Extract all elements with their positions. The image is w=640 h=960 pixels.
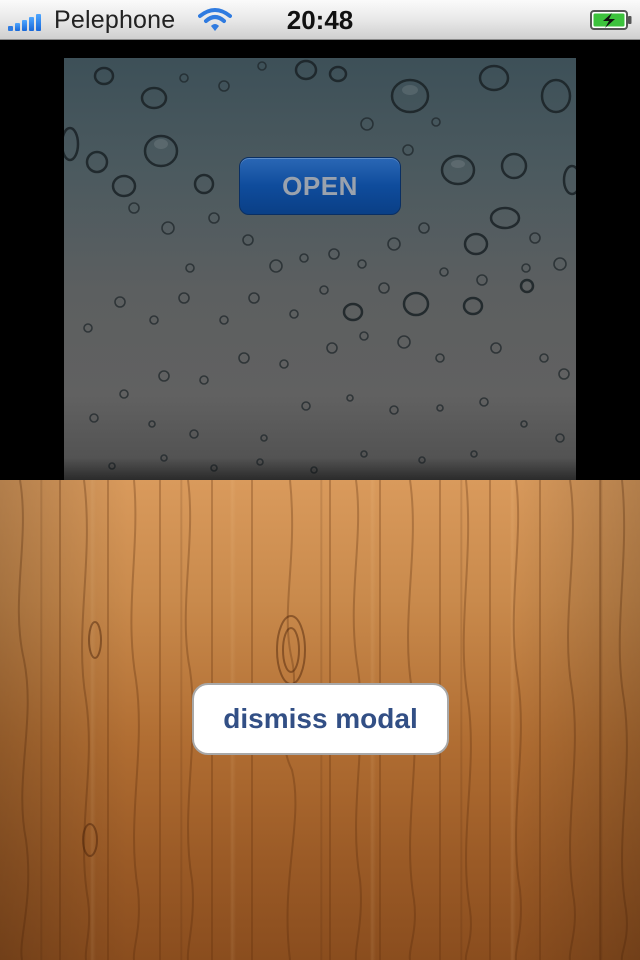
dismiss-modal-label: dismiss modal [223,703,418,734]
modal-wood-panel: dismiss modal [0,480,640,960]
rain-wallpaper-panel: OPEN [64,58,576,480]
open-button[interactable]: OPEN [239,157,401,215]
battery-charging-icon [590,10,632,30]
raindrops-background [64,59,576,480]
status-clock: 20:48 [286,5,354,35]
dismiss-modal-button[interactable]: dismiss modal [192,683,449,755]
status-bar: Pelephone 20:48 [0,0,640,40]
open-button-label: OPEN [282,170,358,201]
app-screen: Pelephone 20:48 OPEN dismiss modal [0,0,640,960]
